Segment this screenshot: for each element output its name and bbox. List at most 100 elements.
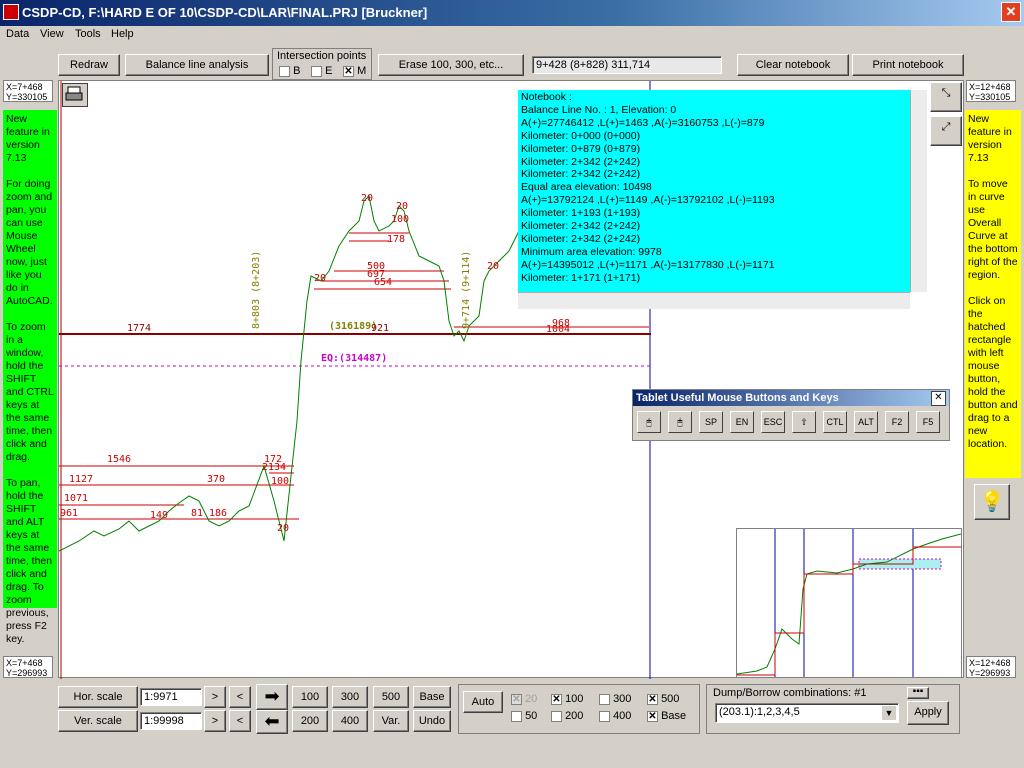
- intersection-e-checkbox[interactable]: E: [311, 65, 332, 77]
- label-300-checkbox[interactable]: 300: [599, 693, 631, 705]
- zoom-window-icon[interactable]: ⤢: [930, 116, 962, 146]
- clear-notebook-button[interactable]: Clear notebook: [737, 54, 849, 76]
- auto-button[interactable]: Auto: [463, 691, 503, 713]
- label-50-checkbox[interactable]: 50: [511, 710, 537, 722]
- label-500-checkbox[interactable]: ✕ 500: [647, 693, 679, 705]
- tip-text: To pan, hold the SHIFT and ALT keys at t…: [6, 477, 53, 645]
- key-sp[interactable]: SP: [699, 411, 723, 433]
- more-options-icon[interactable]: ▪▪▪: [907, 687, 929, 699]
- label-base-checkbox[interactable]: ✕ Base: [647, 710, 686, 722]
- notebook-hscrollbar[interactable]: [518, 292, 910, 309]
- label-400-checkbox[interactable]: 400: [599, 710, 631, 722]
- label-20-checkbox[interactable]: ✕ 20: [511, 693, 537, 705]
- undo-button[interactable]: Undo: [413, 710, 451, 732]
- close-icon[interactable]: ✕: [931, 391, 946, 406]
- ver-next-button[interactable]: >: [204, 710, 226, 732]
- scale-500-button[interactable]: 500: [373, 686, 409, 708]
- arrow-left-icon[interactable]: ⬅: [256, 710, 288, 734]
- notebook-line: A(+)=27746412 ,L(+)=1463 ,A(-)=3160753 ,…: [521, 116, 765, 129]
- intersection-b-checkbox[interactable]: B: [279, 65, 300, 77]
- checkbox-label: B: [293, 65, 301, 77]
- coord-bottom-right: X=12+468 Y=296993: [966, 656, 1016, 678]
- chart-label: 20: [277, 523, 290, 534]
- erase-button[interactable]: Erase 100, 300, etc...: [378, 54, 524, 76]
- base-button[interactable]: Base: [413, 686, 451, 708]
- chart-label: 149: [150, 510, 169, 521]
- overall-curve-panel[interactable]: [736, 528, 962, 678]
- checkbox-label: 20: [525, 693, 538, 705]
- notebook-line: A(+)=13792124 ,L(+)=1149 ,A(-)=13792102 …: [521, 194, 775, 207]
- ver-scale-input[interactable]: 1:99998: [140, 712, 202, 730]
- arrow-right-icon[interactable]: ➡: [256, 684, 288, 710]
- lightbulb-icon[interactable]: 💡: [974, 484, 1010, 520]
- right-tip-panel: New feature in version 7.13 To move in c…: [965, 110, 1021, 478]
- notebook-line: Kilometer: 0+000 (0+000): [521, 129, 641, 142]
- coord-bottom-left: X=7+468 Y=296993: [3, 656, 53, 678]
- notebook-line: Kilometer: 1+171 (1+171): [521, 271, 641, 284]
- notebook-panel[interactable]: Notebook : Balance Line No. : 1, Elevatio…: [518, 90, 910, 292]
- menu-data[interactable]: Data: [6, 28, 29, 40]
- notebook-line: Kilometer: 2+342 (2+242): [521, 155, 641, 168]
- coord-y: Y=296993: [969, 668, 1011, 678]
- hor-prev-button[interactable]: <: [229, 686, 251, 708]
- notebook-line: Kilometer: 1+193 (1+193): [521, 207, 641, 220]
- redraw-button[interactable]: Redraw: [58, 54, 120, 76]
- key-ctl[interactable]: CTL: [823, 411, 847, 433]
- chart-label: EQ:(314487): [321, 353, 388, 364]
- dump-borrow-value: (203.1):1,2,3,4,5: [719, 706, 800, 718]
- left-mouse-button-icon[interactable]: 🖱: [637, 411, 661, 433]
- dump-borrow-title: Dump/Borrow combinations: #1: [713, 687, 867, 699]
- apply-button[interactable]: Apply: [907, 701, 949, 725]
- right-mouse-button-icon[interactable]: 🖱: [668, 411, 692, 433]
- intersection-m-checkbox[interactable]: ✕ M: [343, 65, 366, 77]
- chart-label: 1546: [107, 454, 132, 465]
- chevron-down-icon[interactable]: ▼: [882, 706, 896, 720]
- label-100-checkbox[interactable]: ✕ 100: [551, 693, 583, 705]
- scale-400-button[interactable]: 400: [332, 710, 368, 732]
- close-icon[interactable]: ✕: [1001, 2, 1021, 22]
- tablet-window: Tablet Useful Mouse Buttons and Keys ✕ 🖱…: [632, 389, 950, 441]
- hor-scale-input[interactable]: 1:9971: [140, 688, 202, 706]
- notebook-vscrollbar[interactable]: [910, 90, 927, 292]
- key-f2[interactable]: F2: [885, 411, 909, 433]
- balance-line-analysis-button[interactable]: Balance line analysis: [125, 54, 269, 76]
- zoom-extents-icon[interactable]: ⤡: [930, 82, 962, 112]
- key-esc[interactable]: ESC: [761, 411, 785, 433]
- chart-label: 654: [374, 277, 393, 288]
- shift-key-icon[interactable]: ⇧: [792, 411, 816, 433]
- dump-borrow-select[interactable]: (203.1):1,2,3,4,5 ▼: [715, 703, 899, 723]
- checkbox-box: [551, 710, 562, 722]
- print-notebook-button[interactable]: Print notebook: [852, 54, 964, 76]
- intersection-points-label: Intersection points: [277, 50, 367, 62]
- menu-tools[interactable]: Tools: [75, 28, 101, 40]
- key-alt[interactable]: ALT: [854, 411, 878, 433]
- scale-200-button[interactable]: 200: [292, 710, 328, 732]
- notebook-line: Equal area elevation: 10498: [521, 181, 652, 194]
- coord-y: Y=330105: [969, 92, 1011, 102]
- chart-label: 9+714 (9+114): [461, 250, 472, 329]
- label-200-checkbox[interactable]: 200: [551, 710, 583, 722]
- chart-label: 1004: [546, 324, 571, 335]
- hor-next-button[interactable]: >: [204, 686, 226, 708]
- ver-prev-button[interactable]: <: [229, 710, 251, 732]
- checkbox-box-checked: ✕: [647, 710, 658, 722]
- menu-view[interactable]: View: [40, 28, 64, 40]
- key-f5[interactable]: F5: [916, 411, 940, 433]
- checkbox-box-checked: ✕: [343, 65, 354, 77]
- notebook-line: Minimum area elevation: 9978: [521, 245, 662, 258]
- notebook-line: Notebook :: [521, 91, 572, 103]
- hor-scale-button[interactable]: Hor. scale: [58, 686, 138, 708]
- checkbox-box-checked: ✕: [551, 693, 562, 705]
- printer-icon[interactable]: [62, 83, 88, 107]
- chart-label: 1071: [64, 493, 89, 504]
- dump-borrow-group: Dump/Borrow combinations: #1 ▪▪▪ (203.1)…: [706, 684, 960, 734]
- tablet-title: Tablet Useful Mouse Buttons and Keys: [633, 390, 949, 406]
- scale-100-button[interactable]: 100: [292, 686, 328, 708]
- ver-scale-button[interactable]: Ver. scale: [58, 710, 138, 732]
- tip-title: New feature in version 7.13: [6, 113, 50, 164]
- var-button[interactable]: Var.: [373, 710, 409, 732]
- left-tip-panel: New feature in version 7.13 For doing zo…: [3, 110, 57, 645]
- menu-help[interactable]: Help: [111, 28, 134, 40]
- scale-300-button[interactable]: 300: [332, 686, 368, 708]
- key-en[interactable]: EN: [730, 411, 754, 433]
